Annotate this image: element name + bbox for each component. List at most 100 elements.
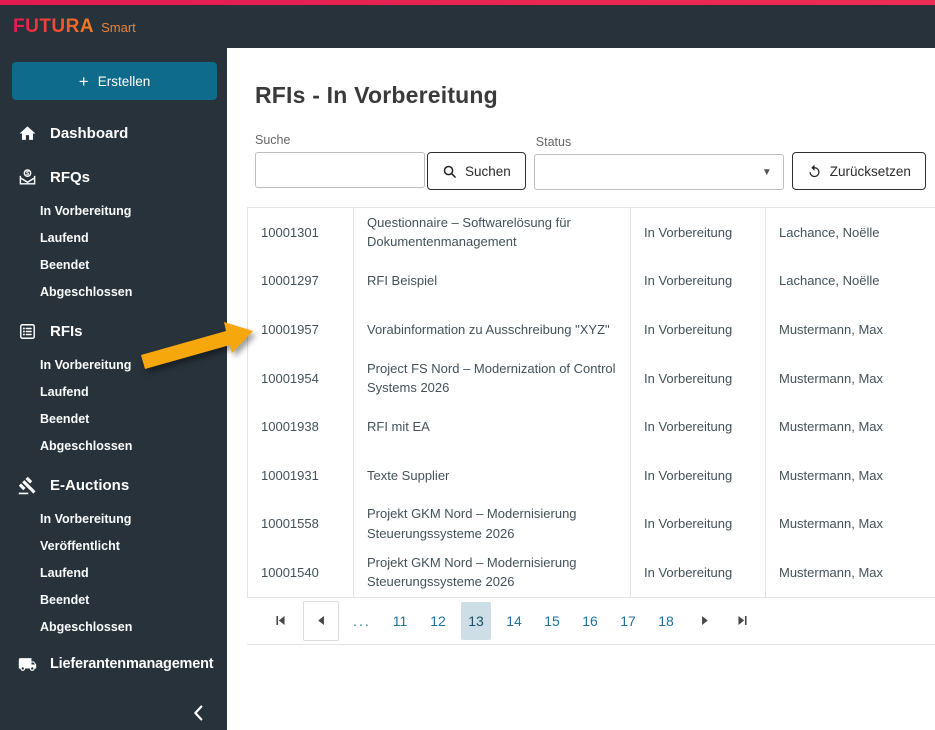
sidebar-item-eauctions-abgeschlossen[interactable]: Abgeschlossen xyxy=(0,614,227,641)
sidebar-item-rfqs-in-vorbereitung[interactable]: In Vorbereitung xyxy=(0,198,227,225)
cell-description: Texte Supplier xyxy=(353,450,630,500)
pagination-prev-button[interactable] xyxy=(303,600,339,641)
list-icon xyxy=(17,321,37,341)
truck-icon xyxy=(17,654,37,674)
cell-owner: Mustermann, Max xyxy=(765,305,935,354)
pagination-last-button[interactable] xyxy=(727,602,757,640)
cell-owner: Mustermann, Max xyxy=(765,548,935,597)
cell-id: 10001297 xyxy=(247,256,353,306)
next-icon xyxy=(701,616,708,626)
rfis-submenu: In Vorbereitung Laufend Beendet Abgeschl… xyxy=(0,352,227,460)
sidebar-item-eauctions-in-vorbereitung[interactable]: In Vorbereitung xyxy=(0,506,227,533)
sidebar-item-lieferantenmanagement[interactable]: Lieferantenmanagement xyxy=(0,649,227,679)
prev-icon xyxy=(317,616,324,626)
status-select[interactable]: ▼ xyxy=(533,154,784,190)
sidebar-item-eauctions-veroeffentlicht[interactable]: Veröffentlicht xyxy=(0,533,227,560)
search-label: Suche xyxy=(255,133,291,147)
create-button-label: Erstellen xyxy=(97,73,151,89)
pagination-page-14[interactable]: 14 xyxy=(499,602,529,640)
plus-icon: + xyxy=(78,71,89,91)
cell-status: In Vorbereitung xyxy=(630,548,765,597)
reset-button-label: Zurücksetzen xyxy=(829,163,911,179)
undo-arrow-icon xyxy=(809,164,820,177)
sidebar-item-label: Dashboard xyxy=(50,124,129,142)
sidebar-item-rfqs-abgeschlossen[interactable]: Abgeschlossen xyxy=(0,279,227,306)
caret-down-icon: ▼ xyxy=(761,167,772,178)
cell-owner: Lachance, Noëlle xyxy=(765,208,935,257)
pagination-ellipsis[interactable]: ... xyxy=(347,602,377,640)
table-row[interactable]: 10001957 Vorabinformation zu Ausschreibu… xyxy=(247,305,935,354)
sidebar-item-dashboard[interactable]: Dashboard xyxy=(0,118,227,148)
cell-description: Vorabinformation zu Ausschreibung "XYZ" xyxy=(353,305,630,354)
sidebar: + Erstellen Dashboard $ RFQs In Vorberei… xyxy=(0,48,227,730)
cell-description: Projekt GKM Nord – Modernisierung Steuer… xyxy=(353,548,630,597)
cell-status: In Vorbereitung xyxy=(630,305,765,354)
pagination-page-13-active[interactable]: 13 xyxy=(461,601,491,640)
sidebar-item-label: Lieferantenmanagement xyxy=(50,656,214,672)
cell-id: 10001957 xyxy=(247,305,353,354)
pagination-page-17[interactable]: 17 xyxy=(613,602,643,640)
sidebar-item-eauctions[interactable]: E-Auctions xyxy=(0,470,227,500)
pagination-page-18[interactable]: 18 xyxy=(651,602,681,640)
sidebar-item-eauctions-laufend[interactable]: Laufend xyxy=(0,560,227,587)
create-button[interactable]: + Erstellen xyxy=(12,62,217,100)
table-row[interactable]: 10001558 Projekt GKM Nord – Modernisieru… xyxy=(247,499,935,549)
sidebar-item-rfis[interactable]: RFIs xyxy=(0,316,227,346)
app-header: FUTURA Smart xyxy=(0,5,935,48)
pagination-first-button[interactable] xyxy=(265,602,295,640)
cell-status: In Vorbereitung xyxy=(630,499,765,549)
pagination: ... 11 12 13 14 15 16 17 18 xyxy=(247,596,935,645)
search-field-group: Suche Suchen xyxy=(255,133,526,190)
pagination-page-15[interactable]: 15 xyxy=(537,602,567,640)
chevron-left-icon xyxy=(194,705,203,721)
table-row[interactable]: 10001938 RFI mit EA In Vorbereitung Must… xyxy=(247,402,935,451)
reset-button[interactable]: Zurücksetzen xyxy=(791,152,926,190)
cell-id: 10001558 xyxy=(247,499,353,549)
sidebar-item-rfis-abgeschlossen[interactable]: Abgeschlossen xyxy=(0,433,227,460)
search-button-label: Suchen xyxy=(465,163,511,179)
cell-id: 10001540 xyxy=(247,548,353,597)
pagination-page-11[interactable]: 11 xyxy=(385,602,415,640)
skip-last-icon xyxy=(737,616,747,626)
cell-status: In Vorbereitung xyxy=(630,256,765,306)
home-icon xyxy=(17,123,37,143)
cell-owner: Mustermann, Max xyxy=(765,499,935,549)
search-input[interactable] xyxy=(255,152,425,188)
svg-text:$: $ xyxy=(25,171,28,177)
eauctions-submenu: In Vorbereitung Veröffentlicht Laufend B… xyxy=(0,506,227,641)
table-row[interactable]: 10001297 RFI Beispiel In Vorbereitung La… xyxy=(247,256,935,306)
sidebar-item-rfis-beendet[interactable]: Beendet xyxy=(0,406,227,433)
sidebar-item-rfqs[interactable]: $ RFQs xyxy=(0,162,227,192)
sidebar-item-rfqs-beendet[interactable]: Beendet xyxy=(0,252,227,279)
rfi-table: 10001301 Questionnaire – Softwarelösung … xyxy=(247,207,935,597)
skip-first-icon xyxy=(275,616,285,626)
table-row[interactable]: 10001540 Projekt GKM Nord – Modernisieru… xyxy=(247,548,935,597)
cell-owner: Lachance, Noëlle xyxy=(765,256,935,306)
cell-description: RFI Beispiel xyxy=(353,256,630,306)
pagination-next-button[interactable] xyxy=(689,602,719,640)
sidebar-collapse-button[interactable] xyxy=(187,701,211,725)
sidebar-item-rfis-in-vorbereitung[interactable]: In Vorbereitung xyxy=(0,352,227,379)
main-content: RFIs - In Vorbereitung Suche Suchen Stat… xyxy=(227,48,935,730)
table-row[interactable]: 10001931 Texte Supplier In Vorbereitung … xyxy=(247,450,935,500)
sidebar-item-label: RFQs xyxy=(50,168,91,186)
search-button[interactable]: Suchen xyxy=(427,152,526,190)
sidebar-item-label: RFIs xyxy=(50,322,83,340)
cell-status: In Vorbereitung xyxy=(630,353,765,403)
sidebar-item-rfis-laufend[interactable]: Laufend xyxy=(0,379,227,406)
sidebar-item-eauctions-beendet[interactable]: Beendet xyxy=(0,587,227,614)
cell-status: In Vorbereitung xyxy=(630,402,765,451)
pagination-page-12[interactable]: 12 xyxy=(423,602,453,640)
sidebar-item-rfqs-laufend[interactable]: Laufend xyxy=(0,225,227,252)
table-row[interactable]: 10001301 Questionnaire – Softwarelösung … xyxy=(247,208,935,257)
table-row[interactable]: 10001954 Project FS Nord – Modernization… xyxy=(247,353,935,403)
cell-id: 10001931 xyxy=(247,450,353,500)
status-label: Status xyxy=(535,135,572,149)
cell-owner: Mustermann, Max xyxy=(765,402,935,451)
cell-owner: Mustermann, Max xyxy=(765,450,935,500)
pagination-page-16[interactable]: 16 xyxy=(575,602,605,640)
gavel-icon xyxy=(17,475,37,495)
cell-id: 10001301 xyxy=(247,208,353,257)
sidebar-item-label: E-Auctions xyxy=(50,476,130,494)
cell-description: Projekt GKM Nord – Modernisierung Steuer… xyxy=(353,499,630,549)
